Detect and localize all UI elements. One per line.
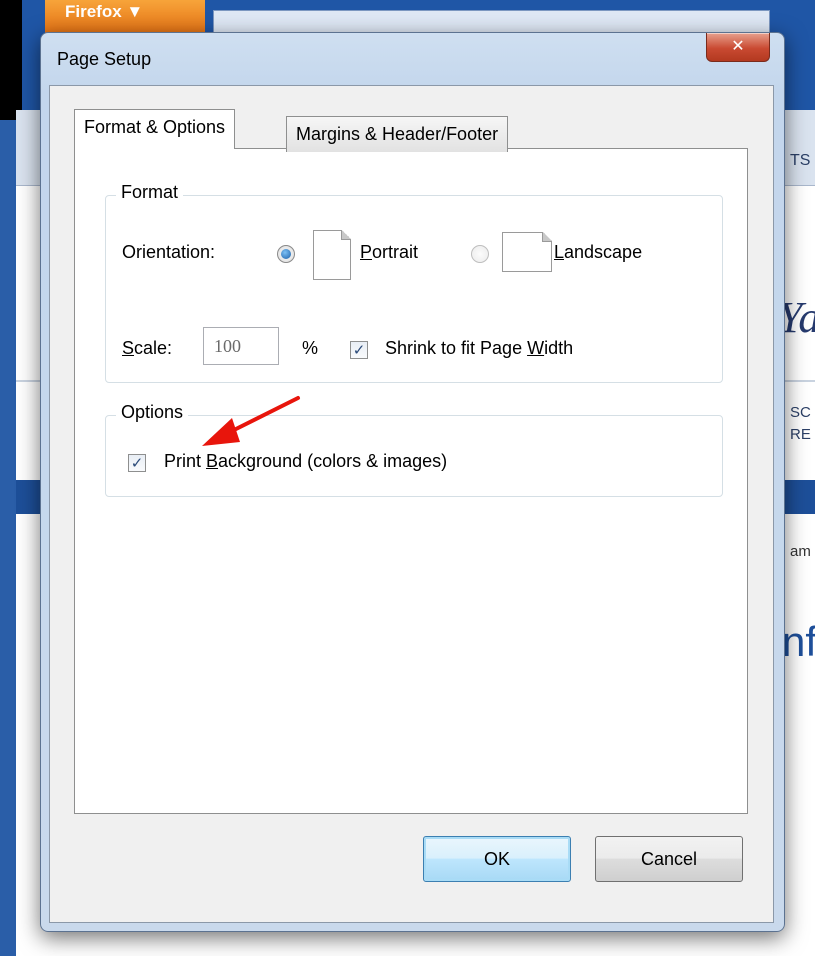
dialog-title: Page Setup	[57, 49, 152, 69]
ok-button[interactable]: OK	[423, 836, 571, 882]
close-button[interactable]: ✕	[706, 33, 770, 62]
shrink-to-fit-label[interactable]: Shrink to fit Page Width	[385, 338, 573, 359]
portrait-page-icon	[313, 230, 351, 280]
options-group-legend: Options	[116, 402, 189, 423]
desktop-edge	[0, 0, 22, 120]
scale-label: Scale:	[122, 338, 172, 359]
shrink-label-prefix: Shrink to fit Page	[385, 338, 528, 358]
landscape-label-rest: andscape	[564, 242, 643, 262]
close-icon: ✕	[731, 36, 745, 55]
options-group: Options ✓ Print Background (colors & ima…	[105, 402, 723, 497]
print-bg-prefix: Print	[164, 451, 207, 471]
tab-panel-format-options: Format Orientation: Portrait Landscape S…	[74, 148, 748, 814]
orientation-label: Orientation:	[122, 242, 216, 262]
landscape-label[interactable]: Landscape	[554, 242, 642, 263]
portrait-accel: P	[360, 242, 373, 262]
scale-label-rest: cale:	[134, 338, 173, 358]
landscape-page-icon	[502, 232, 552, 272]
scale-input[interactable]	[203, 327, 279, 365]
page-text-fragment: SC RE	[790, 404, 811, 443]
firefox-menu-button[interactable]: Firefox ▼	[45, 0, 205, 36]
shrink-label-rest: idth	[544, 338, 574, 358]
percent-label: %	[302, 338, 319, 358]
shrink-to-fit-checkbox[interactable]: ✓	[350, 341, 368, 359]
page-heading-fragment: nf	[782, 618, 815, 665]
page-text-fragment: am	[790, 543, 811, 560]
print-bg-rest: ackground (colors & images)	[218, 451, 448, 471]
format-group: Format Orientation: Portrait Landscape S…	[105, 182, 723, 383]
portrait-label[interactable]: Portrait	[360, 242, 418, 263]
tab-margins-header-footer[interactable]: Margins & Header/Footer	[286, 116, 509, 152]
portrait-label-rest: ortrait	[372, 242, 419, 262]
browser-left-edge	[0, 120, 16, 956]
print-background-checkbox[interactable]: ✓	[128, 454, 146, 472]
print-background-label[interactable]: Print Background (colors & images)	[164, 451, 447, 472]
dialog-client-area: Format & Options Margins & Header/Footer…	[49, 85, 774, 923]
portrait-radio[interactable]	[277, 245, 295, 263]
shrink-accel: W	[527, 338, 545, 358]
print-bg-accel: B	[206, 451, 219, 471]
page-setup-dialog: Page Setup ✕ Format & Options Margins & …	[40, 32, 785, 932]
format-group-legend: Format	[116, 182, 184, 203]
page-text-fragment: TS	[790, 152, 811, 169]
cancel-button[interactable]: Cancel	[595, 836, 743, 882]
scale-accel: S	[122, 338, 135, 358]
tab-format-options[interactable]: Format & Options	[74, 109, 236, 149]
landscape-radio[interactable]	[471, 245, 489, 263]
landscape-accel: L	[554, 242, 565, 262]
